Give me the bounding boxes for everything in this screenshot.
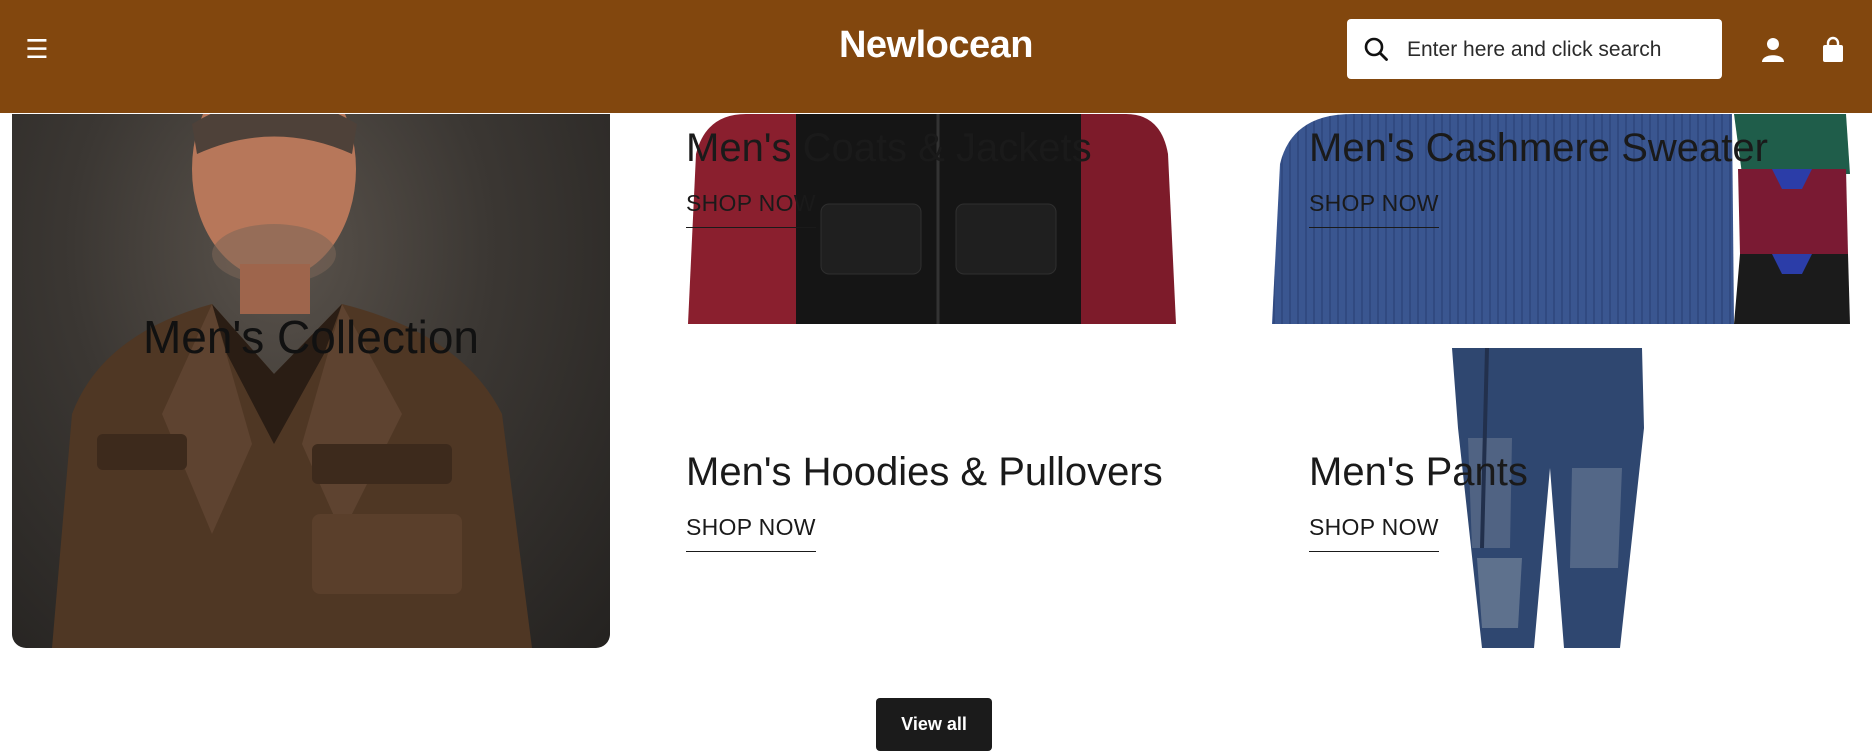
hamburger-menu-icon[interactable]: ☰ [22, 34, 52, 64]
hoodies-pullovers-title: Men's Hoodies & Pullovers [686, 450, 1163, 494]
coats-jackets-tile[interactable]: Men's Coats & Jackets SHOP NOW [686, 114, 1206, 324]
mens-collection-card[interactable]: Men's Collection [12, 114, 610, 648]
coats-jackets-shop-now-link[interactable]: SHOP NOW [686, 190, 816, 228]
hoodies-pullovers-shop-now-link[interactable]: SHOP NOW [686, 514, 816, 552]
search-input[interactable] [1405, 19, 1709, 81]
site-header: ☰ Newlocean [0, 0, 1872, 114]
jeans-image [1452, 348, 1644, 648]
cashmere-sweater-shop-now-link[interactable]: SHOP NOW [1309, 190, 1439, 228]
cashmere-sweater-title: Men's Cashmere Sweater [1309, 126, 1768, 170]
search-icon[interactable] [1363, 36, 1389, 62]
coats-jackets-title: Men's Coats & Jackets [686, 126, 1092, 170]
pants-shop-now-link[interactable]: SHOP NOW [1309, 514, 1439, 552]
man-leather-jacket-image [52, 114, 532, 648]
pants-tile[interactable]: Men's Pants SHOP NOW [1272, 348, 1850, 648]
hoodies-pullovers-tile[interactable]: Men's Hoodies & Pullovers SHOP NOW [686, 348, 1206, 648]
search-box[interactable] [1347, 19, 1722, 81]
mens-collection-title: Men's Collection [142, 311, 480, 363]
shopping-bag-icon[interactable] [1819, 36, 1847, 64]
view-all-button[interactable]: View all [876, 698, 992, 751]
pants-title: Men's Pants [1309, 450, 1528, 494]
user-icon[interactable] [1759, 36, 1787, 64]
cashmere-sweater-tile[interactable]: Men's Cashmere Sweater SHOP NOW [1272, 114, 1850, 324]
